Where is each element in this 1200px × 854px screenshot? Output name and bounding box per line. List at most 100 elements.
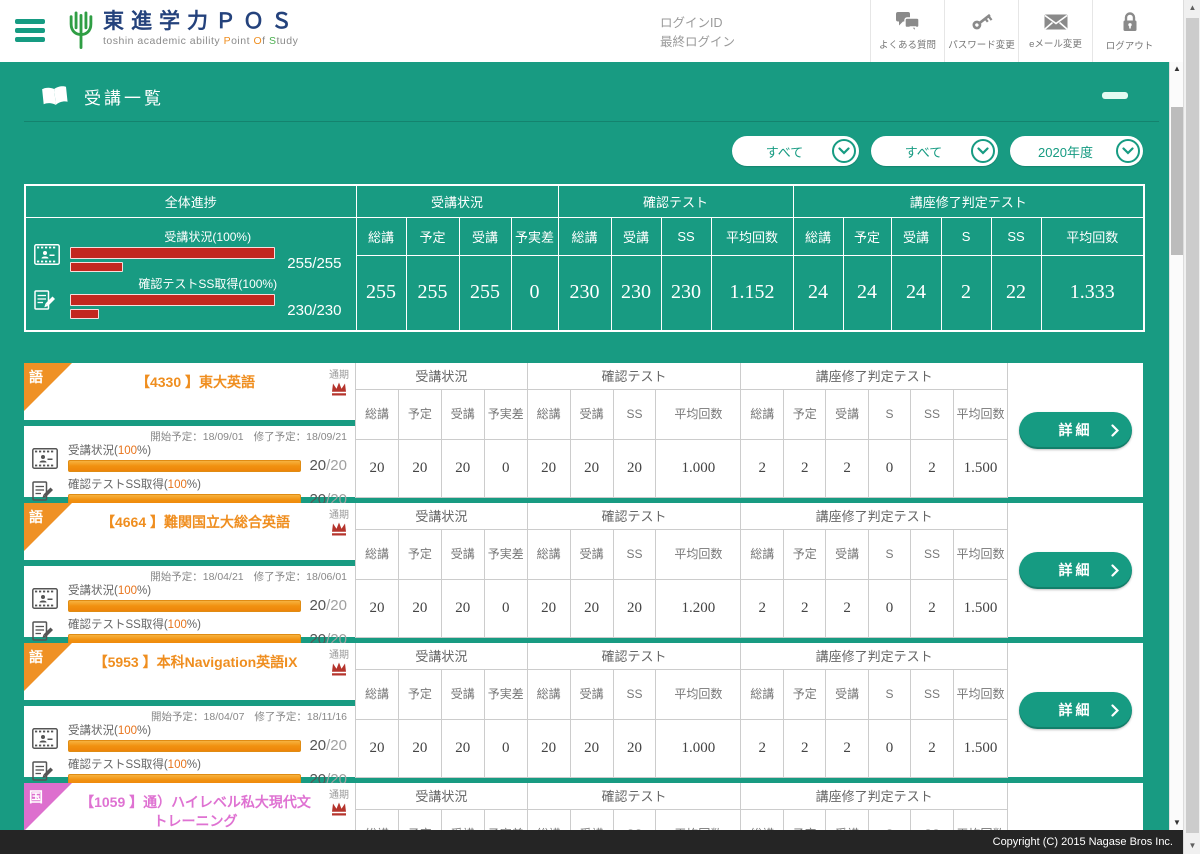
change-email-button[interactable]: eメール変更 — [1018, 0, 1092, 62]
cell-value: 2 — [911, 579, 954, 637]
cell-value: 1.500 — [953, 719, 1007, 777]
col-header: 予定 — [398, 669, 441, 719]
course-title[interactable]: 【4664 】難関国立大総合英語 — [24, 503, 355, 532]
cell-value: 255 — [459, 255, 511, 331]
video-icon — [34, 228, 64, 272]
login-info: ログインID 最終ログイン — [660, 14, 735, 53]
video-icon — [32, 582, 62, 614]
chevron-down-icon — [832, 139, 856, 163]
chevron-right-icon — [1111, 704, 1119, 717]
cell-value: 24 — [793, 255, 843, 331]
course-stats-table: 受講状況 確認テスト 講座修了判定テスト 総講 予定 受講 予実差 総講 受講 … — [355, 363, 1008, 498]
col-header: 受講 — [570, 389, 613, 439]
col-header: 平均回数 — [656, 669, 741, 719]
cell-value: 20 — [570, 719, 613, 777]
col-header: 平均回数 — [656, 389, 741, 439]
filter-year-select[interactable]: 2020年度 — [1010, 136, 1143, 166]
detail-button[interactable]: 詳細 — [1019, 692, 1132, 729]
col-header: 予定 — [406, 217, 459, 255]
cell-value: 20 — [441, 439, 484, 497]
cell-value: 0 — [484, 719, 527, 777]
schedule-dates: 開始予定：18/04/21修了予定：18/06/01 — [150, 569, 347, 584]
col-header: 予定 — [784, 529, 826, 579]
book-icon — [40, 85, 70, 109]
detail-button[interactable]: 詳細 — [1019, 412, 1132, 449]
cell-value: 20 — [527, 579, 570, 637]
logo: 東進学力ＰＯＳ toshin academic ability Point Of… — [66, 8, 299, 50]
chevron-right-icon — [1111, 564, 1119, 577]
col-header: 受講 — [441, 669, 484, 719]
progress-bar-secondary — [70, 262, 123, 272]
scrollbar-thumb[interactable] — [1186, 18, 1199, 833]
cell-value: 0 — [511, 255, 558, 331]
scroll-up-arrow[interactable]: ▲ — [1170, 62, 1184, 76]
app-header: 東進学力ＰＯＳ toshin academic ability Point Of… — [0, 0, 1183, 62]
window-scrollbar[interactable]: ▲ ▼ — [1183, 0, 1200, 854]
cell-value: 20 — [356, 439, 399, 497]
scroll-up-arrow[interactable]: ▲ — [1184, 0, 1200, 16]
col-header: 予定 — [843, 217, 891, 255]
group-header: 確認テスト — [527, 503, 741, 529]
chevron-right-icon — [1111, 424, 1119, 437]
filter-subject-select[interactable]: すべて — [732, 136, 859, 166]
col-header: 予実差 — [484, 389, 527, 439]
app-title: 東進学力ＰＯＳ — [103, 11, 299, 32]
main-content: 受講一覧 すべて すべて 2020年度 — [0, 62, 1183, 854]
faq-button[interactable]: よくある質問 — [870, 0, 944, 62]
scroll-down-arrow[interactable]: ▼ — [1170, 816, 1184, 830]
col-header: SS — [613, 669, 656, 719]
scroll-down-arrow[interactable]: ▼ — [1184, 838, 1200, 854]
col-header: S — [869, 389, 911, 439]
overall-progress-table: 全体進捗 受講状況 確認テスト 講座修了判定テスト 受講状況(100%) — [24, 184, 1145, 332]
copyright-text: Copyright (C) 2015 Nagase Bros Inc. — [993, 836, 1173, 848]
copyright-bar: Copyright (C) 2015 Nagase Bros Inc. — [0, 830, 1183, 854]
col-header: 予定 — [398, 529, 441, 579]
term-label: 通期 — [329, 366, 349, 381]
content-scrollbar[interactable]: ▲ ▼ — [1169, 62, 1183, 830]
crown-icon — [330, 661, 348, 676]
detail-button[interactable]: 詳細 — [1019, 552, 1132, 589]
group-header: 確認テスト — [558, 185, 793, 217]
change-password-button[interactable]: パスワード変更 — [944, 0, 1018, 62]
col-header: 予実差 — [511, 217, 558, 255]
mail-icon — [1043, 12, 1069, 32]
course-card: 語 【4330 】東大英語 通期 開始予定：18/09/01修了予定：18/09… — [24, 363, 1143, 497]
col-header: S — [941, 217, 991, 255]
col-header: S — [869, 529, 911, 579]
course-stats-table: 受講状況 確認テスト 講座修了判定テスト 総講 予定 受講 予実差 総講 受講 … — [355, 643, 1008, 778]
cell-value: 20 — [570, 439, 613, 497]
col-header: SS — [911, 529, 954, 579]
col-header: SS — [661, 217, 711, 255]
col-header: 受講 — [441, 389, 484, 439]
course-title[interactable]: 【5953 】本科Navigation英語IX — [24, 643, 355, 672]
filter-status-select[interactable]: すべて — [871, 136, 998, 166]
col-header: 平均回数 — [953, 389, 1007, 439]
cell-value: 255 — [356, 255, 406, 331]
subject-badge-label: 語 — [29, 367, 43, 387]
term-label: 通期 — [329, 646, 349, 661]
course-list: 語 【4330 】東大英語 通期 開始予定：18/09/01修了予定：18/09… — [0, 332, 1183, 854]
logout-button[interactable]: ログアウト — [1092, 0, 1166, 62]
subject-badge-label: 語 — [29, 647, 43, 667]
cell-value: 1.000 — [656, 439, 741, 497]
group-header: 講座修了判定テスト — [741, 643, 1008, 669]
menu-icon[interactable] — [15, 19, 45, 43]
scrollbar-thumb[interactable] — [1171, 107, 1183, 255]
overall-header: 全体進捗 — [25, 185, 356, 217]
col-header: 平均回数 — [656, 529, 741, 579]
progress-fraction: 255/255 — [275, 255, 346, 272]
collapse-section-button[interactable] — [1102, 92, 1128, 99]
course-card: 語 【5953 】本科Navigation英語IX 通期 開始予定：18/04/… — [24, 643, 1143, 777]
col-header: SS — [991, 217, 1041, 255]
cell-value: 0 — [869, 719, 911, 777]
cell-value: 2 — [911, 439, 954, 497]
course-title[interactable]: 【1059 】通）ハイレベル私大現代文トレーニング — [24, 783, 355, 831]
progress-bar — [70, 247, 275, 259]
group-header: 確認テスト — [527, 643, 741, 669]
crown-icon — [330, 801, 348, 816]
progress-label: 受講状況(100%) — [68, 722, 347, 737]
group-header: 確認テスト — [527, 783, 741, 809]
course-title[interactable]: 【4330 】東大英語 — [24, 363, 355, 392]
cell-value: 1.500 — [953, 579, 1007, 637]
col-header: 予実差 — [484, 529, 527, 579]
